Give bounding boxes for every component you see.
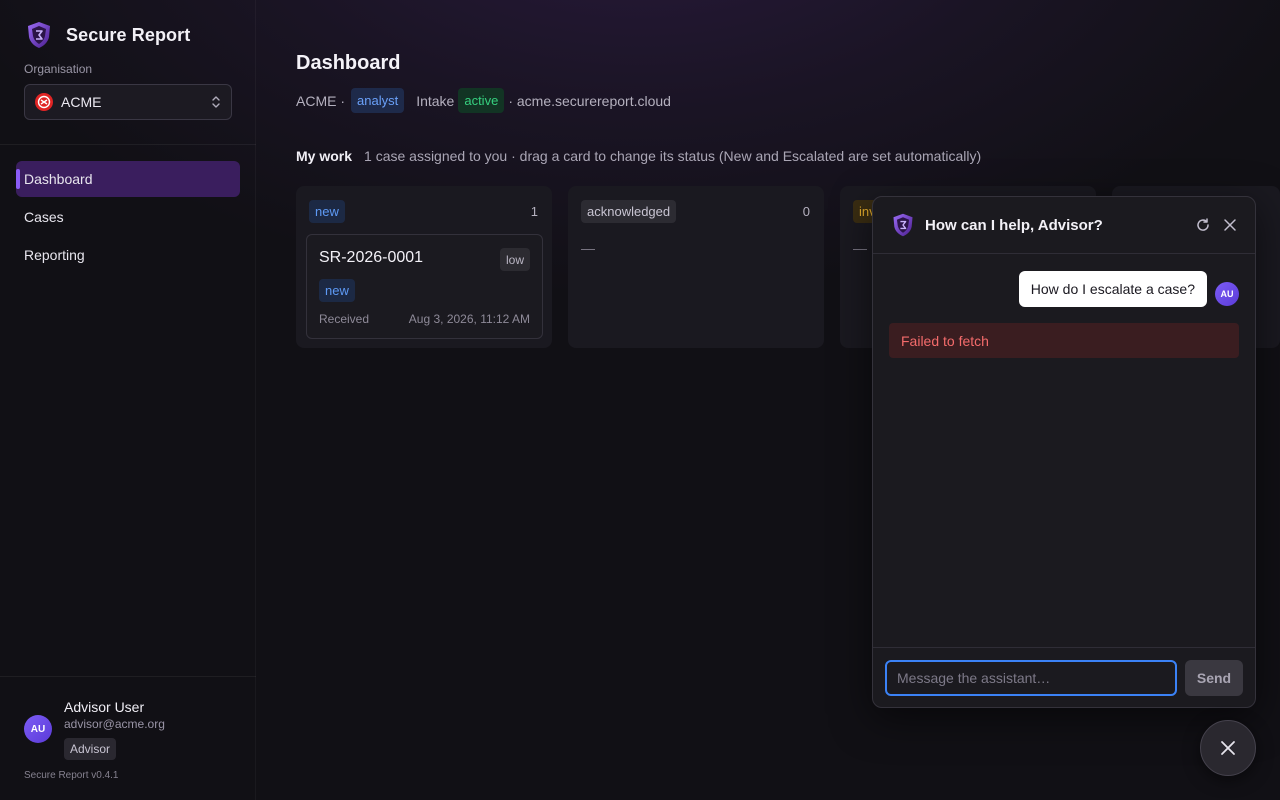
refresh-icon[interactable] <box>1196 218 1210 232</box>
case-status-badge: new <box>319 279 355 302</box>
user-avatar: AU <box>1215 282 1239 306</box>
board-column-acknowledged[interactable]: acknowledged 0 — <box>568 186 824 348</box>
close-icon <box>1221 741 1235 755</box>
message-input[interactable] <box>885 660 1177 696</box>
org-name: ACME · <box>296 92 345 109</box>
sidebar: Secure Report Organisation ACME Dashboar… <box>0 0 256 800</box>
page-title: Dashboard <box>296 52 401 74</box>
column-empty: — <box>581 240 595 256</box>
nav-item-cases[interactable]: Cases <box>16 199 240 235</box>
chat-header: How can I help, Advisor? <box>873 197 1255 254</box>
brand-name: Secure Report <box>66 24 191 45</box>
case-severity-badge: low <box>499 248 530 271</box>
shield-logo-icon <box>28 22 50 48</box>
organisation-select[interactable]: ACME <box>24 84 232 120</box>
user-avatar[interactable]: AU <box>24 715 52 743</box>
organisation-value: ACME <box>61 94 102 110</box>
main-nav: Dashboard Cases Reporting <box>16 161 240 275</box>
chat-composer: Send <box>873 647 1255 707</box>
my-work-title: My work <box>296 148 353 164</box>
board-column-new[interactable]: new 1 SR-2026-0001 low new Received Aug … <box>296 186 552 348</box>
chevron-up-down-icon <box>212 96 220 108</box>
acme-logo-icon <box>35 93 53 111</box>
column-count: 0 <box>802 204 810 219</box>
my-work-subtitle: 1 case assigned to you · drag a card to … <box>364 148 982 164</box>
shield-logo-icon <box>893 213 913 237</box>
case-id: SR-2026-0001 <box>319 249 424 266</box>
nav-item-reporting[interactable]: Reporting <box>16 237 240 273</box>
org-meta: ACME · analyst Intake active · acme.secu… <box>296 88 671 113</box>
my-work-header: My work 1 case assigned to you · drag a … <box>296 148 981 164</box>
app-version: Secure Report v0.4.1 <box>24 770 119 781</box>
chat-title: How can I help, Advisor? <box>925 217 1103 234</box>
user-role-badge: Advisor <box>64 738 117 760</box>
error-message: Failed to fetch <box>889 323 1239 358</box>
sidebar-footer-divider <box>0 676 256 677</box>
role-badge: analyst <box>351 88 405 113</box>
org-domain: · acme.securereport.cloud <box>508 92 671 109</box>
case-received-label: Received <box>319 312 370 326</box>
user-name: Advisor User <box>64 699 145 715</box>
intake-status-badge: active <box>458 88 505 113</box>
column-empty: — <box>853 240 867 256</box>
brand[interactable]: Secure Report <box>24 20 190 50</box>
user-email: advisor@acme.org <box>64 717 165 731</box>
intake-label: Intake <box>416 92 455 109</box>
column-count: 1 <box>530 204 538 219</box>
nav-item-dashboard[interactable]: Dashboard <box>16 161 240 197</box>
assistant-chat-panel: How can I help, Advisor? How do I escala… <box>872 196 1256 708</box>
column-tag: new <box>309 200 345 223</box>
column-tag: acknowledged <box>581 200 677 223</box>
send-button[interactable]: Send <box>1185 660 1243 696</box>
chat-toggle-button[interactable] <box>1200 720 1256 776</box>
close-icon[interactable] <box>1223 218 1237 232</box>
organisation-label: Organisation <box>24 62 93 76</box>
user-message: How do I escalate a case? <box>1018 271 1207 307</box>
case-received-date: Aug 3, 2026, 11:12 AM <box>408 312 530 326</box>
case-card[interactable]: SR-2026-0001 low new Received Aug 3, 202… <box>306 234 543 339</box>
sidebar-divider <box>0 144 256 145</box>
